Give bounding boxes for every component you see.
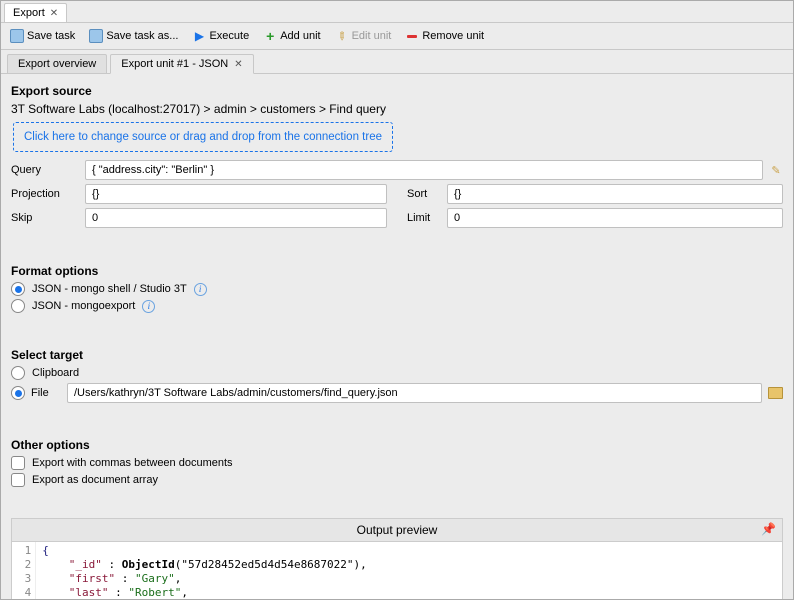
query-input[interactable]: { "address.city": "Berlin" }	[85, 160, 763, 180]
file-path-input[interactable]: /Users/kathryn/3T Software Labs/admin/cu…	[67, 383, 762, 403]
pin-icon[interactable]: 📌	[761, 522, 776, 536]
edit-icon[interactable]: ✎	[769, 163, 783, 177]
save-as-icon	[89, 29, 103, 43]
info-icon[interactable]: i	[194, 283, 207, 296]
save-icon	[10, 29, 24, 43]
change-source-box[interactable]: Click here to change source or drag and …	[13, 122, 393, 152]
code-content: { "_id" : ObjectId("57d28452ed5d4d54e868…	[36, 542, 392, 599]
sort-input[interactable]: {}	[447, 184, 783, 204]
tab-export-unit[interactable]: Export unit #1 - JSON✕	[110, 54, 253, 74]
radio-icon	[11, 366, 25, 380]
skip-input[interactable]: 0	[85, 208, 387, 228]
radio-icon	[11, 282, 25, 296]
query-label: Query	[11, 164, 79, 176]
pencil-icon: ✎	[332, 26, 352, 46]
format-json-shell[interactable]: JSON - mongo shell / Studio 3T i	[11, 282, 783, 296]
select-target-title: Select target	[11, 348, 783, 362]
skip-label: Skip	[11, 212, 79, 224]
close-icon[interactable]: ✕	[234, 59, 242, 70]
window-tab-row: Export ✕	[1, 1, 793, 23]
save-task-as-button[interactable]: Save task as...	[86, 27, 181, 45]
radio-icon	[11, 386, 25, 400]
remove-unit-button[interactable]: Remove unit	[402, 27, 487, 45]
close-icon[interactable]: ✕	[50, 8, 58, 19]
other-options-title: Other options	[11, 438, 783, 452]
projection-label: Projection	[11, 188, 79, 200]
opt-commas[interactable]: Export with commas between documents	[11, 456, 783, 470]
target-clipboard[interactable]: Clipboard	[11, 366, 783, 380]
checkbox-icon	[11, 456, 25, 470]
checkbox-icon	[11, 473, 25, 487]
output-preview: 1234567891011 { "_id" : ObjectId("57d284…	[11, 542, 783, 599]
window-tab-label: Export	[13, 7, 45, 19]
tabs: Export overview Export unit #1 - JSON✕	[1, 50, 793, 74]
breadcrumb: 3T Software Labs (localhost:27017) > adm…	[11, 102, 783, 116]
panel: Export source 3T Software Labs (localhos…	[1, 74, 793, 599]
play-icon: ▶	[192, 29, 206, 43]
line-numbers: 1234567891011	[12, 542, 36, 599]
sort-label: Sort	[407, 188, 441, 200]
minus-icon	[405, 29, 419, 43]
toolbar: Save task Save task as... ▶Execute +Add …	[1, 23, 793, 50]
projection-input[interactable]: {}	[85, 184, 387, 204]
add-unit-button[interactable]: +Add unit	[260, 27, 323, 45]
limit-input[interactable]: 0	[447, 208, 783, 228]
tab-export-overview[interactable]: Export overview	[7, 54, 107, 74]
edit-unit-button: ✎Edit unit	[332, 27, 395, 45]
output-preview-header: Output preview 📌	[11, 518, 783, 542]
folder-icon[interactable]	[768, 387, 783, 399]
radio-icon	[11, 299, 25, 313]
export-source-title: Export source	[11, 84, 783, 98]
format-json-export[interactable]: JSON - mongoexport i	[11, 299, 783, 313]
plus-icon: +	[263, 29, 277, 43]
window-tab-export[interactable]: Export ✕	[4, 3, 67, 22]
limit-label: Limit	[407, 212, 441, 224]
target-file[interactable]: File /Users/kathryn/3T Software Labs/adm…	[11, 383, 783, 403]
opt-array[interactable]: Export as document array	[11, 473, 783, 487]
save-task-button[interactable]: Save task	[7, 27, 78, 45]
info-icon[interactable]: i	[142, 300, 155, 313]
format-options-title: Format options	[11, 264, 783, 278]
execute-button[interactable]: ▶Execute	[189, 27, 252, 45]
